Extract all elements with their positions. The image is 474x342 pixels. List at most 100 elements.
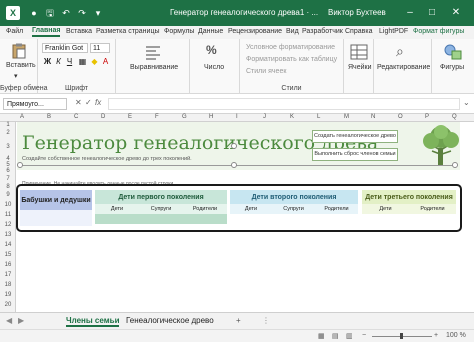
zoom-in-icon[interactable]: + [434,332,438,339]
row-header[interactable]: 11 [0,212,16,218]
close-icon[interactable]: ✕ [449,6,463,20]
column-header[interactable]: Q [452,114,457,120]
enter-icon[interactable]: ✓ [85,98,92,107]
shapes-button[interactable]: Фигуры [440,64,464,71]
row-header[interactable]: 14 [0,242,16,248]
next-sheet-icon[interactable]: ▶ [18,316,24,325]
zoom-level[interactable]: 100 % [446,332,466,339]
column-header[interactable]: A [20,114,24,120]
reset-members-button[interactable]: Выполнить сброс членов семьи [312,148,398,161]
tab-data[interactable]: Данные [198,28,223,35]
column-header[interactable]: E [128,114,132,120]
cells-button[interactable]: Ячейки [348,64,371,71]
column-header[interactable]: J [263,114,266,120]
column-header[interactable]: D [101,114,105,120]
fx-icon[interactable]: fx [95,98,101,107]
row-header[interactable]: 19 [0,292,16,298]
tab-page-layout[interactable]: Разметка страницы [96,28,160,35]
cell-styles-button[interactable]: Стили ячеек [246,68,286,75]
row-header[interactable]: 3 [0,144,16,150]
column-header[interactable]: O [398,114,403,120]
tab-insert[interactable]: Вставка [66,28,92,35]
page-layout-icon[interactable]: ▤ [332,332,339,340]
row-header[interactable]: 6 [0,168,16,174]
font-size-field[interactable]: 11 [90,43,110,53]
resize-handle[interactable] [452,162,458,168]
tab-formulas[interactable]: Формулы [164,28,194,35]
tab-family-members[interactable]: Члены семьи [66,316,120,327]
row-header[interactable]: 7 [0,176,16,182]
alignment-button[interactable]: Выравнивание [130,64,178,71]
customize-icon[interactable]: ▾ [92,7,104,19]
shapes-icon[interactable] [444,44,462,60]
row-header[interactable]: 20 [0,302,16,308]
column-header[interactable]: M [344,114,349,120]
zoom-out-icon[interactable]: − [362,332,366,339]
number-button[interactable]: Число [204,64,224,71]
percent-icon[interactable]: % [206,43,224,59]
row-header[interactable]: 2 [0,130,16,136]
column-header[interactable]: N [371,114,375,120]
prev-sheet-icon[interactable]: ◀ [6,316,12,325]
row-header[interactable]: 12 [0,222,16,228]
row-header[interactable]: 16 [0,262,16,268]
tab-shape-format[interactable]: Формат фигуры [413,28,464,35]
more-icon[interactable]: ⋮ [262,316,270,325]
italic-icon[interactable]: К [54,57,63,66]
maximize-icon[interactable]: □ [425,6,439,20]
bold-icon[interactable]: Ж [43,57,52,66]
tab-help[interactable]: Справка [345,28,372,35]
row-header[interactable]: 17 [0,272,16,278]
column-header[interactable]: I [236,114,238,120]
autosave-icon[interactable]: ● [28,7,40,19]
column-header[interactable]: G [182,114,187,120]
tab-lightpdf[interactable]: LightPDF [379,28,408,35]
column-header[interactable]: P [425,114,429,120]
tab-file[interactable]: Файл [6,28,23,35]
resize-handle[interactable] [231,162,237,168]
row-header[interactable]: 8 [0,184,16,190]
create-tree-button[interactable]: Создать генеалогическое древо [312,130,398,143]
conditional-format-button[interactable]: Условное форматирование [246,44,335,51]
row-header[interactable]: 1 [0,122,16,128]
minimize-icon[interactable]: – [403,6,417,20]
underline-icon[interactable]: Ч [65,57,74,66]
tab-view[interactable]: Вид [286,28,299,35]
format-table-button[interactable]: Форматировать как таблицу [246,56,337,63]
column-header[interactable]: L [317,114,320,120]
paste-icon[interactable] [10,43,28,59]
add-sheet-icon[interactable]: + [236,316,241,325]
normal-view-icon[interactable]: ▦ [318,332,325,340]
rotate-handle[interactable] [231,143,237,149]
row-header[interactable]: 15 [0,252,16,258]
row-header[interactable]: 18 [0,282,16,288]
resize-handle[interactable] [17,162,23,168]
formula-input[interactable] [108,98,460,110]
expand-formula-icon[interactable]: ⌄ [463,98,470,107]
undo-icon[interactable]: ↶ [60,7,72,19]
font-color-icon[interactable]: A [101,57,110,66]
column-header[interactable]: K [290,114,294,120]
font-name-field[interactable]: Franklin Got [42,43,88,53]
save-icon[interactable]: 🖫 [44,7,56,19]
row-header[interactable]: 10 [0,202,16,208]
cells-icon[interactable] [350,44,368,60]
column-header[interactable]: H [209,114,213,120]
user-name[interactable]: Виктор Бухтеев [328,8,386,17]
tab-family-tree[interactable]: Генеалогическое древо [126,316,214,325]
zoom-thumb[interactable] [400,333,403,339]
cancel-icon[interactable]: ✕ [75,98,82,107]
column-header[interactable]: B [47,114,51,120]
search-icon[interactable]: ⌕ [396,43,414,59]
page-break-icon[interactable]: ▥ [346,332,353,340]
redo-icon[interactable]: ↷ [76,7,88,19]
tab-home[interactable]: Главная [32,27,61,37]
borders-icon[interactable]: ▦ [78,57,87,66]
tab-review[interactable]: Рецензирование [228,28,282,35]
dropdown-icon[interactable]: ▾ [14,72,18,80]
tab-developer[interactable]: Разработчик [302,28,343,35]
editing-button[interactable]: Редактирование [377,64,430,71]
row-header[interactable]: 9 [0,192,16,198]
paste-button[interactable]: Вставить [6,62,36,69]
row-header[interactable]: 13 [0,232,16,238]
